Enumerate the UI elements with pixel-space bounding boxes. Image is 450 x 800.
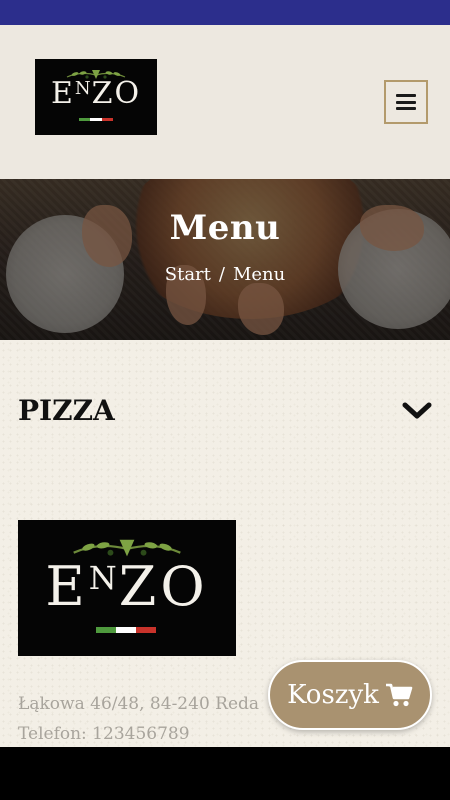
menu-toggle-button[interactable] (384, 80, 428, 124)
footer-phone: Telefon: 123456789 (18, 724, 190, 744)
cart-button[interactable]: Koszyk (268, 660, 432, 730)
italian-flag-stripe (96, 627, 156, 633)
breadcrumb-home-link[interactable]: Start (165, 264, 211, 285)
hamburger-icon (396, 94, 416, 110)
cart-icon (385, 683, 413, 707)
footer-logo: ENZO (18, 520, 236, 656)
category-title: PIZZA (18, 394, 115, 427)
footer-logo-wordmark: ENZO (45, 555, 209, 618)
status-bar (0, 0, 450, 25)
italian-flag-stripe (79, 118, 113, 121)
site-header: ENZO (0, 25, 450, 179)
footer-address: Łąkowa 46/48, 84-240 Reda (18, 694, 260, 714)
breadcrumb-separator: / (218, 264, 225, 285)
chevron-down-icon[interactable] (402, 400, 432, 422)
navigation-bar (0, 747, 450, 800)
hero-overlay (0, 179, 450, 340)
header-logo[interactable]: ENZO (35, 59, 157, 135)
category-accordion-pizza[interactable]: PIZZA (18, 392, 434, 432)
header-logo-wordmark: ENZO (50, 76, 142, 111)
page-hero: Menu Start / Menu (0, 179, 450, 340)
cart-label: Koszyk (287, 680, 379, 710)
breadcrumb: Start / Menu (0, 264, 450, 285)
breadcrumb-current: Menu (232, 264, 286, 285)
page-title: Menu (169, 208, 281, 248)
